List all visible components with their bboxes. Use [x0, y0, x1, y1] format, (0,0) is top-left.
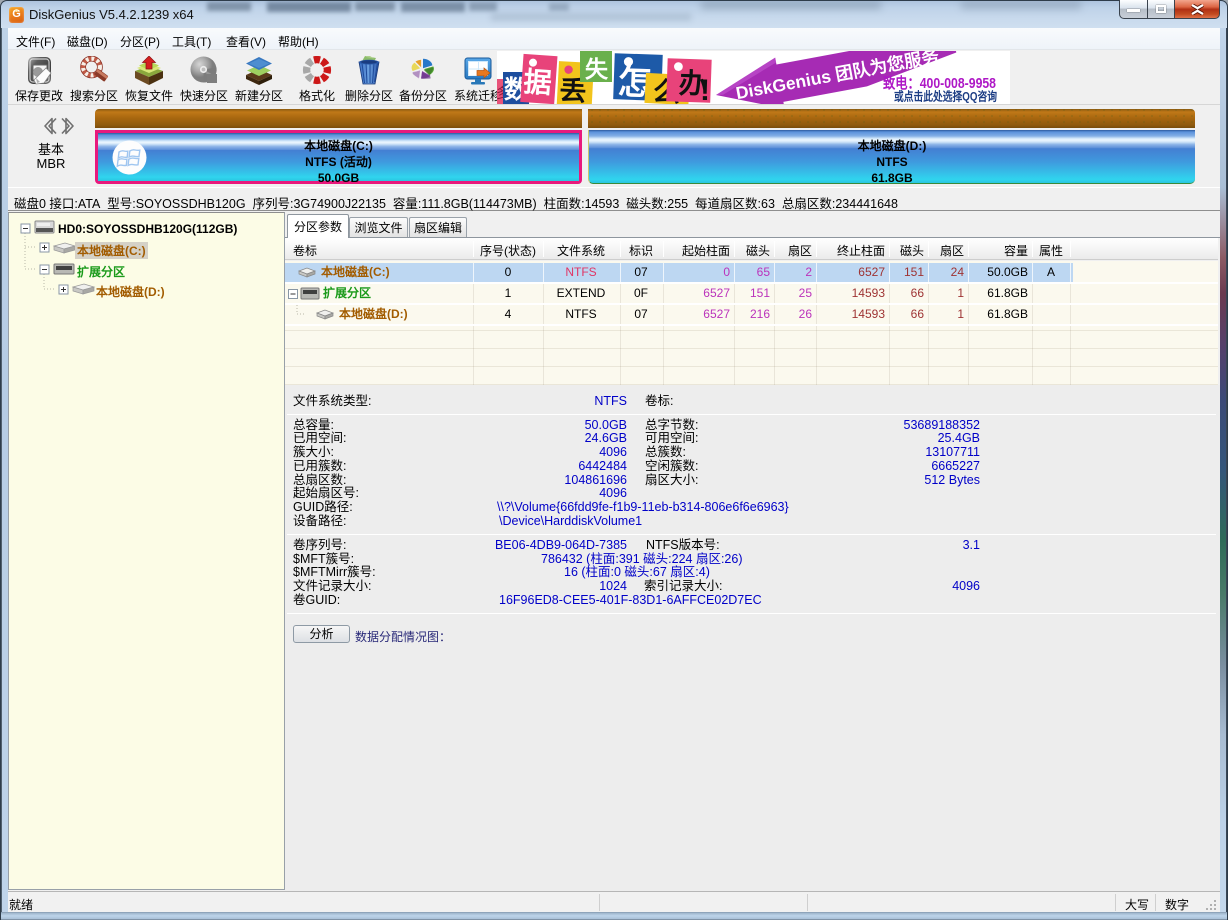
svg-text:!: ! — [700, 74, 710, 104]
svg-text:或点击此处选择QQ咨询: 或点击此处选择QQ咨询 — [894, 89, 997, 104]
svg-text:失: 失 — [585, 51, 609, 84]
svg-text:据: 据 — [522, 60, 553, 102]
